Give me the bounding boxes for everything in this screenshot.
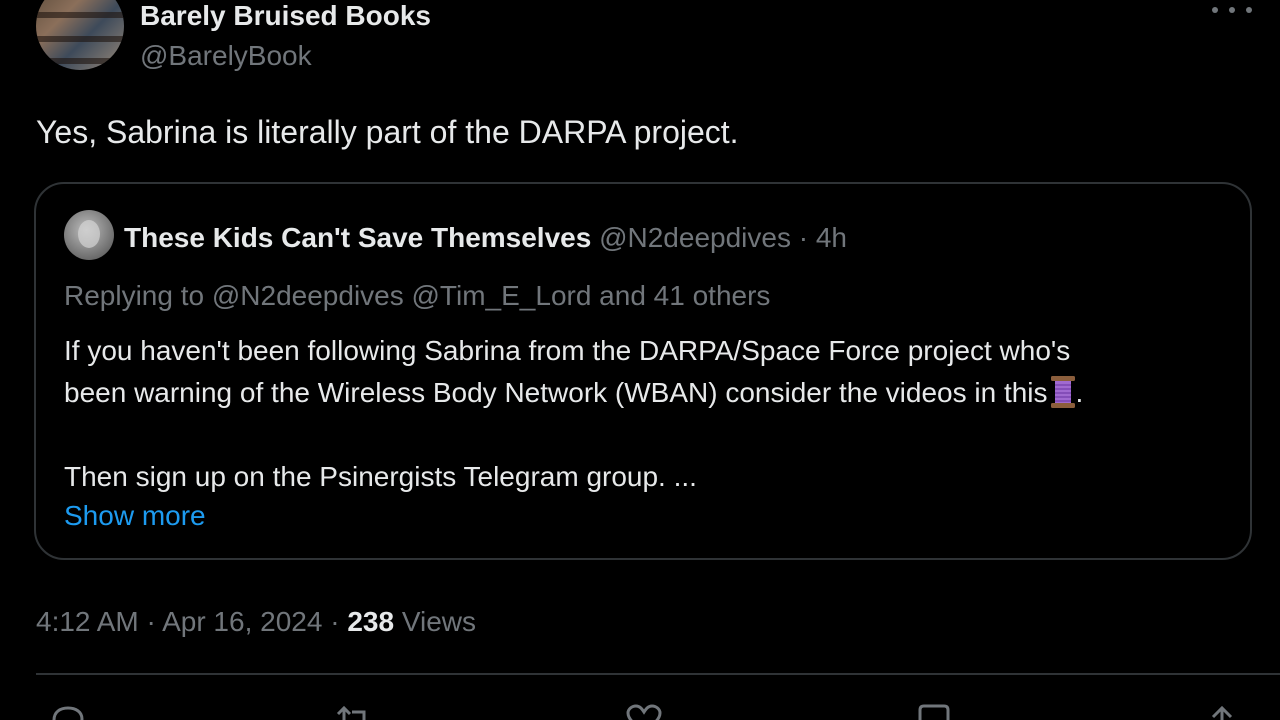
meta-separator-2: · — [330, 606, 340, 637]
more-icon[interactable] — [1212, 0, 1252, 22]
views-label: Views — [401, 606, 476, 637]
quoted-body-line-1: If you haven't been following Sabrina fr… — [64, 335, 1071, 366]
quoted-author-handle[interactable]: @N2deepdives — [599, 222, 791, 253]
show-more-link[interactable]: Show more — [64, 500, 206, 532]
quoted-author-name[interactable]: These Kids Can't Save Themselves — [124, 222, 591, 253]
quoted-body-line-3: Then sign up on the Psinergists Telegram… — [64, 461, 697, 492]
quoted-body-line-2-text: been warning of the Wireless Body Networ… — [64, 377, 1048, 408]
share-icon[interactable] — [1202, 704, 1242, 720]
quoted-body-line-2-end: . — [1075, 377, 1084, 408]
tweet-time[interactable]: 4:12 AM — [36, 606, 139, 637]
reply-icon[interactable] — [48, 704, 88, 720]
meta-separator-1: · — [146, 606, 156, 637]
quoted-tweet-header: These Kids Can't Save Themselves @N2deep… — [124, 222, 847, 254]
spool-icon — [1050, 374, 1076, 410]
author-avatar[interactable] — [36, 0, 124, 70]
quoted-body-blank-line — [64, 414, 1083, 456]
author-handle[interactable]: @BarelyBook — [140, 40, 312, 72]
quoted-time[interactable]: 4h — [816, 222, 847, 253]
quoted-body: If you haven't been following Sabrina fr… — [64, 330, 1083, 498]
quoted-author-avatar[interactable] — [64, 210, 114, 260]
views-count: 238 — [347, 606, 395, 637]
tweet-text: Yes, Sabrina is literally part of the DA… — [36, 114, 739, 150]
action-bar — [0, 704, 1280, 720]
bookmark-icon[interactable] — [914, 704, 954, 720]
author-name[interactable]: Barely Bruised Books — [140, 0, 431, 32]
divider — [36, 673, 1280, 675]
quoted-separator: · — [798, 222, 809, 253]
retweet-icon[interactable] — [334, 704, 374, 720]
tweet-date[interactable]: Apr 16, 2024 — [162, 606, 322, 637]
quoted-tweet-card[interactable]: These Kids Can't Save Themselves @N2deep… — [34, 182, 1252, 560]
tweet-meta: 4:12 AM · Apr 16, 2024 · 238 Views — [36, 606, 476, 638]
heart-icon[interactable] — [624, 704, 664, 720]
quoted-body-line-2: been warning of the Wireless Body Networ… — [64, 372, 1083, 414]
quoted-reply-line: Replying to @N2deepdives @Tim_E_Lord and… — [64, 280, 771, 311]
